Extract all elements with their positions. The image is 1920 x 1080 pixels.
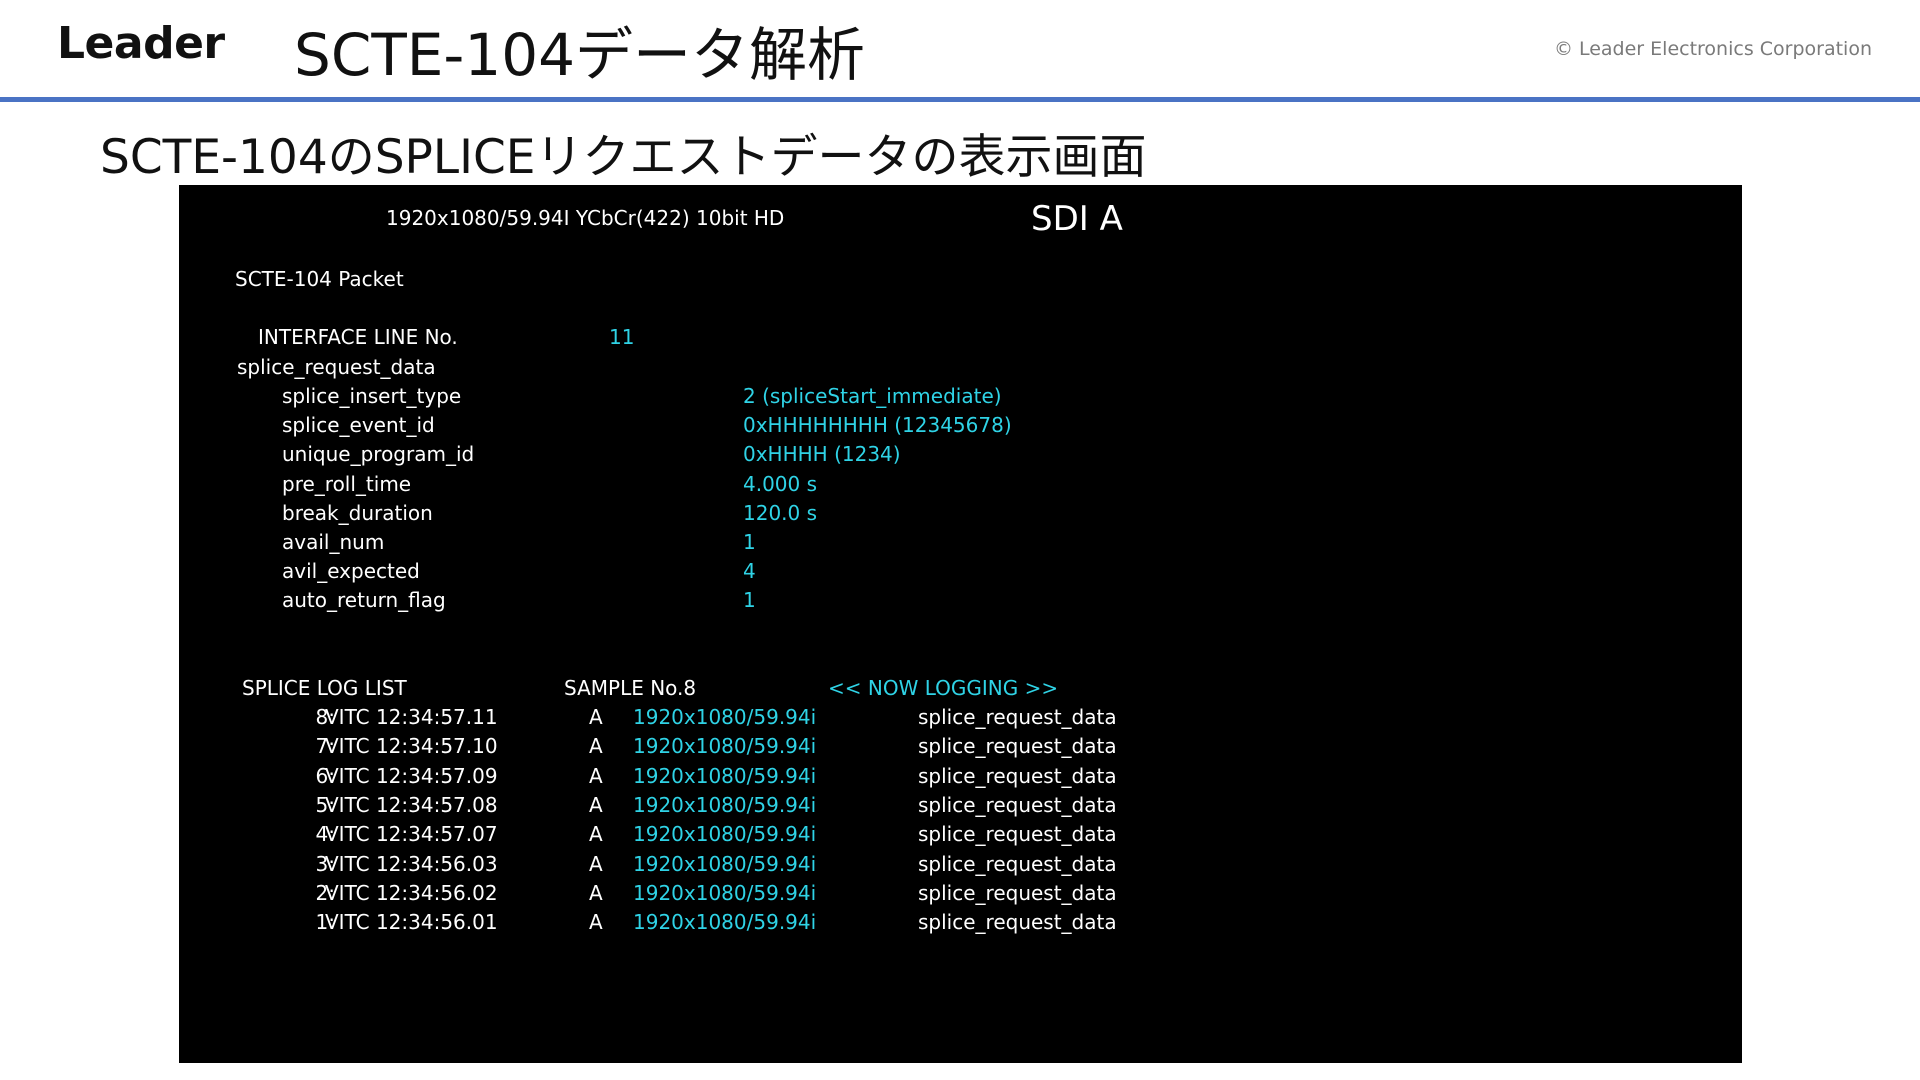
packet-label: SCTE-104 Packet	[235, 267, 404, 291]
field-value: 1	[743, 588, 756, 612]
field-label: unique_program_id	[282, 442, 475, 466]
field-value: 4.000 s	[743, 472, 818, 496]
log-time: VITC 12:34:56.02	[325, 881, 498, 905]
slide-subtitle: SCTE-104のSPLICEリクエストデータの表示画面	[100, 130, 1147, 185]
log-input: A	[589, 822, 603, 846]
log-sample-count: SAMPLE No.8	[564, 676, 697, 700]
log-input: A	[589, 764, 603, 788]
log-time: VITC 12:34:56.01	[325, 910, 498, 934]
log-type: splice_request_data	[918, 764, 1117, 788]
log-time: VITC 12:34:57.07	[325, 822, 498, 846]
header-divider	[0, 97, 1920, 102]
log-input: A	[589, 881, 603, 905]
log-time: VITC 12:34:56.03	[325, 852, 498, 876]
log-time: VITC 12:34:57.08	[325, 793, 498, 817]
field-value: 2 (spliceStart_immediate)	[743, 384, 1002, 408]
log-format: 1920x1080/59.94i	[633, 881, 817, 905]
log-input: A	[589, 852, 603, 876]
brand-logo: Leader	[57, 18, 225, 69]
log-format: 1920x1080/59.94i	[633, 822, 817, 846]
log-format: 1920x1080/59.94i	[633, 734, 817, 758]
log-format: 1920x1080/59.94i	[633, 705, 817, 729]
log-time: VITC 12:34:57.09	[325, 764, 498, 788]
field-label: splice_insert_type	[282, 384, 462, 408]
log-input: A	[589, 734, 603, 758]
log-format: 1920x1080/59.94i	[633, 910, 817, 934]
field-label: auto_return_flag	[282, 588, 446, 612]
log-format: 1920x1080/59.94i	[633, 793, 817, 817]
log-time: VITC 12:34:57.11	[325, 705, 498, 729]
log-type: splice_request_data	[918, 910, 1117, 934]
field-label: splice_event_id	[282, 413, 435, 437]
log-type: splice_request_data	[918, 793, 1117, 817]
copyright-notice: © Leader Electronics Corporation	[1553, 38, 1872, 60]
field-value: 1	[743, 530, 756, 554]
field-value: 0xHHHHHHHH (12345678)	[743, 413, 1012, 437]
log-title: SPLICE LOG LIST	[242, 676, 407, 700]
signal-format: 1920x1080/59.94I YCbCr(422) 10bit HD	[386, 206, 785, 230]
log-format: 1920x1080/59.94i	[633, 764, 817, 788]
log-type: splice_request_data	[918, 705, 1117, 729]
log-input: A	[589, 793, 603, 817]
page-title: SCTE-104データ解析	[294, 21, 866, 89]
input-indicator: SDI A	[1031, 199, 1123, 239]
field-value: 120.0 s	[743, 501, 818, 525]
field-value: 4	[743, 559, 756, 583]
field-label: avail_num	[282, 530, 385, 554]
interface-line-value: 11	[609, 325, 635, 349]
field-value: 0xHHHH (1234)	[743, 442, 901, 466]
monitor-screen: 1920x1080/59.94I YCbCr(422) 10bit HD SDI…	[179, 185, 1742, 1063]
log-format: 1920x1080/59.94i	[633, 852, 817, 876]
log-type: splice_request_data	[918, 881, 1117, 905]
interface-line-label: INTERFACE LINE No.	[258, 325, 458, 349]
logging-status: << NOW LOGGING >>	[828, 676, 1059, 700]
log-time: VITC 12:34:57.10	[325, 734, 498, 758]
field-label: break_duration	[282, 501, 433, 525]
log-input: A	[589, 705, 603, 729]
field-label: avil_expected	[282, 559, 420, 583]
log-type: splice_request_data	[918, 852, 1117, 876]
section-label: splice_request_data	[237, 355, 436, 379]
field-label: pre_roll_time	[282, 472, 412, 496]
log-input: A	[589, 910, 603, 934]
log-type: splice_request_data	[918, 734, 1117, 758]
log-type: splice_request_data	[918, 822, 1117, 846]
